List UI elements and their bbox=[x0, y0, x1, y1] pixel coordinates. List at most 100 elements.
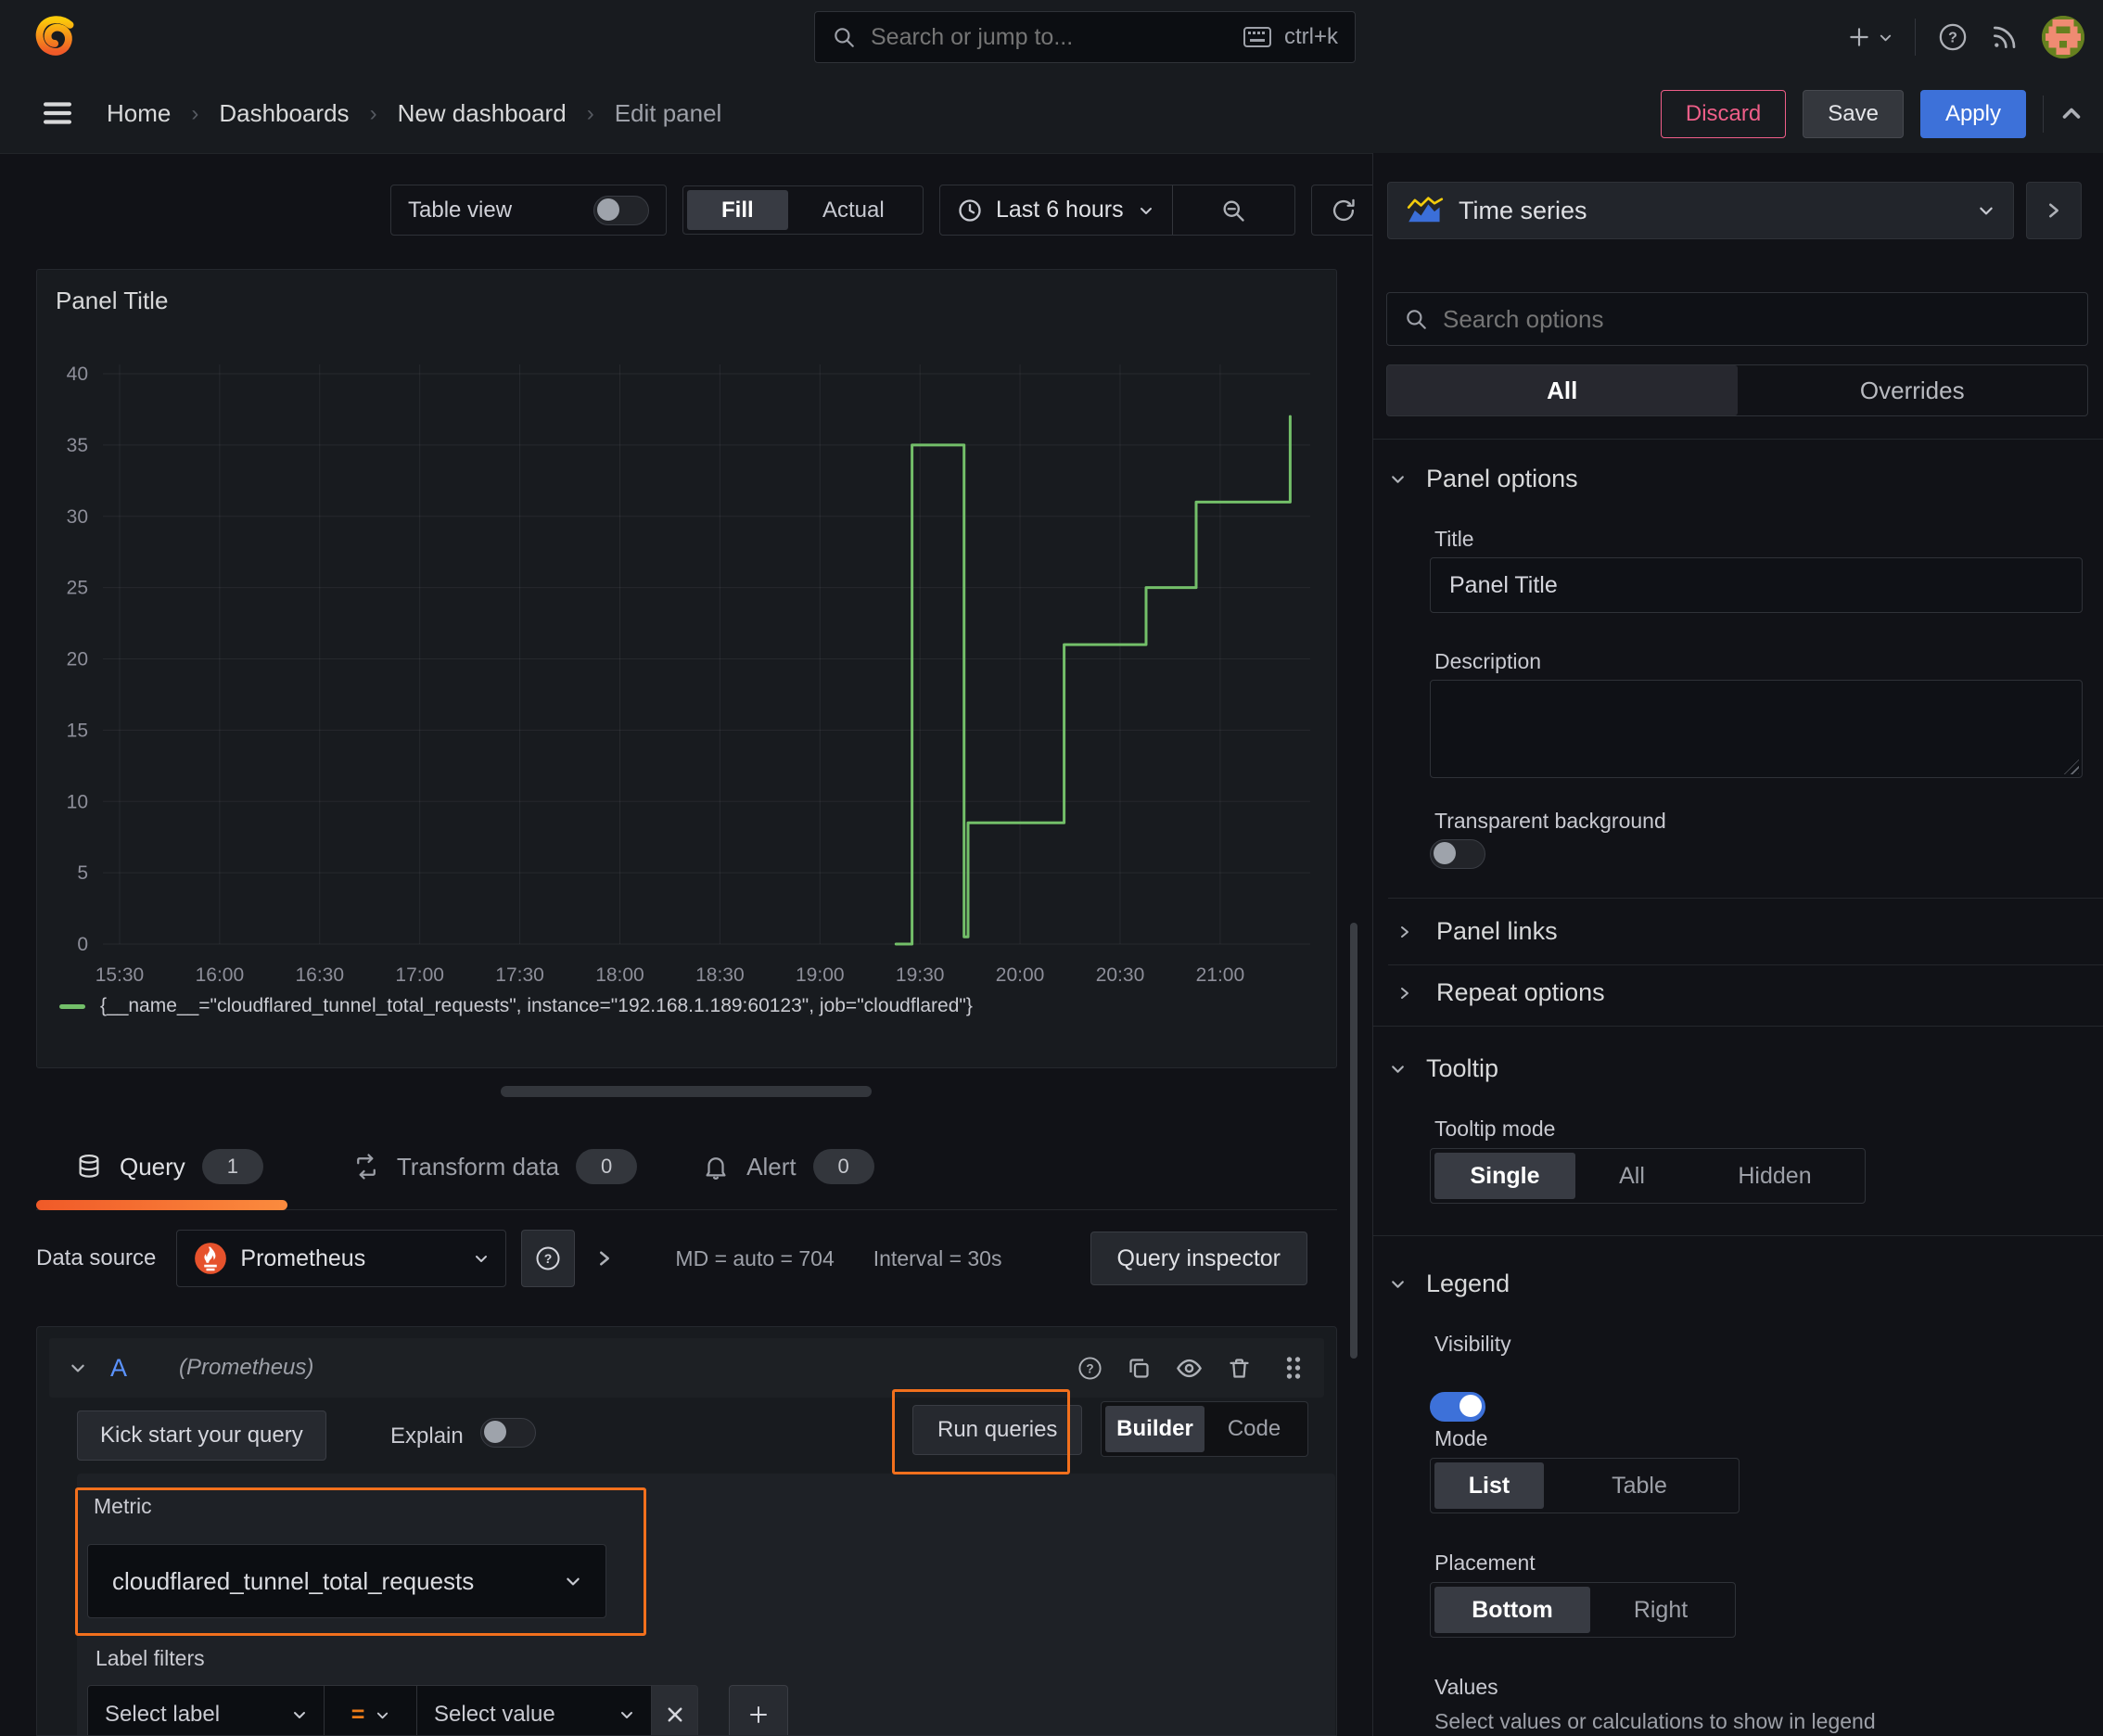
duplicate-query-icon[interactable] bbox=[1127, 1356, 1152, 1381]
divider bbox=[1373, 439, 2103, 440]
repeat-options-header[interactable]: Repeat options bbox=[1397, 978, 1605, 1007]
panel-title-input[interactable] bbox=[1430, 557, 2083, 613]
y-axis-tick-label: 10 bbox=[67, 791, 88, 812]
options-search[interactable] bbox=[1386, 292, 2088, 346]
tooltip-mode-single[interactable]: Single bbox=[1434, 1153, 1575, 1199]
x-axis-tick-label: 16:30 bbox=[295, 964, 344, 986]
metric-select[interactable]: cloudflared_tunnel_total_requests bbox=[87, 1544, 606, 1618]
collapse-options-pane-button[interactable] bbox=[2026, 182, 2082, 239]
tab-transform-label: Transform data bbox=[396, 1152, 560, 1181]
search-shortcut: ctrl+k bbox=[1283, 24, 1338, 49]
options-tab-overrides[interactable]: Overrides bbox=[1738, 365, 2088, 415]
run-queries-button[interactable]: Run queries bbox=[912, 1405, 1083, 1455]
legend-series-label[interactable]: {__name__="cloudflared_tunnel_total_requ… bbox=[100, 995, 973, 1017]
select-label-dropdown[interactable]: Select label bbox=[87, 1685, 325, 1735]
actual-option[interactable]: Actual bbox=[788, 190, 919, 230]
select-value-dropdown[interactable]: Select value bbox=[417, 1685, 652, 1735]
options-sidebar: Time series All Overrides Panel options … bbox=[1372, 153, 2103, 1736]
x-axis-tick-label: 17:00 bbox=[395, 964, 444, 986]
tooltip-header[interactable]: Tooltip bbox=[1390, 1054, 1498, 1083]
refresh-button[interactable] bbox=[1311, 185, 1376, 236]
legend-visibility-toggle[interactable] bbox=[1430, 1392, 1485, 1422]
legend-swatch[interactable] bbox=[59, 1003, 85, 1009]
visualization-picker[interactable]: Time series bbox=[1387, 182, 2014, 239]
search-input[interactable] bbox=[869, 22, 1230, 52]
hide-query-icon[interactable] bbox=[1176, 1355, 1203, 1382]
new-button[interactable] bbox=[1847, 25, 1893, 49]
scrollbar-thumb[interactable] bbox=[1350, 923, 1357, 1359]
zoom-out-icon[interactable] bbox=[1173, 185, 1294, 235]
keyboard-icon bbox=[1243, 27, 1271, 47]
builder-option[interactable]: Builder bbox=[1105, 1406, 1204, 1452]
legend-mode-table[interactable]: Table bbox=[1544, 1462, 1735, 1509]
panel-options-header[interactable]: Panel options bbox=[1390, 465, 1578, 493]
save-button[interactable]: Save bbox=[1803, 89, 1904, 138]
x-axis-tick-label: 15:30 bbox=[96, 964, 145, 986]
panel-resize-handle[interactable] bbox=[501, 1086, 872, 1097]
kick-start-button[interactable]: Kick start your query bbox=[77, 1410, 326, 1461]
remove-filter-button[interactable] bbox=[652, 1685, 698, 1735]
y-axis-tick-label: 35 bbox=[67, 435, 88, 456]
time-series-chart[interactable]: 0 5 10 15 20 25 30 35 40 15:30 16:00 16:30 17:00 17:3… bbox=[37, 270, 1336, 1002]
avatar[interactable] bbox=[2042, 16, 2084, 58]
news-icon[interactable] bbox=[1990, 22, 2020, 52]
description-textarea[interactable] bbox=[1430, 680, 2083, 778]
x-axis-tick-label: 19:30 bbox=[896, 964, 945, 986]
query-inspector-button[interactable]: Query inspector bbox=[1090, 1232, 1307, 1285]
help-icon[interactable]: ? bbox=[1938, 22, 1968, 52]
datasource-help-button[interactable]: ? bbox=[521, 1230, 576, 1287]
breadcrumb: Home › Dashboards › New dashboard › Edit… bbox=[107, 74, 721, 153]
add-filter-button[interactable] bbox=[729, 1685, 788, 1735]
tooltip-mode-all[interactable]: All bbox=[1575, 1153, 1689, 1199]
query-row-header[interactable]: A (Prometheus) ? bbox=[49, 1338, 1324, 1398]
legend-placement-label: Placement bbox=[1434, 1551, 1536, 1575]
chevron-down-icon bbox=[1390, 1061, 1406, 1077]
breadcrumb-home[interactable]: Home bbox=[107, 99, 171, 128]
legend-mode-list[interactable]: List bbox=[1434, 1462, 1544, 1509]
resize-handle-icon[interactable] bbox=[2064, 760, 2079, 774]
legend-header[interactable]: Legend bbox=[1390, 1270, 1510, 1298]
legend-placement-bottom[interactable]: Bottom bbox=[1434, 1587, 1590, 1633]
panel-links-header[interactable]: Panel links bbox=[1397, 917, 1558, 946]
chevron-right-icon bbox=[1397, 986, 1412, 1001]
time-range-picker[interactable]: Last 6 hours bbox=[939, 185, 1295, 236]
tab-alert[interactable]: Alert 0 bbox=[702, 1124, 874, 1209]
discard-button[interactable]: Discard bbox=[1660, 89, 1787, 138]
expand-options-icon[interactable] bbox=[595, 1249, 614, 1268]
transparent-background-toggle[interactable] bbox=[1430, 839, 1485, 869]
topnav-divider bbox=[1915, 19, 1916, 56]
breadcrumb-new-dashboard[interactable]: New dashboard bbox=[398, 99, 567, 128]
delete-query-icon[interactable] bbox=[1227, 1356, 1252, 1381]
legend-placement-right[interactable]: Right bbox=[1590, 1587, 1731, 1633]
operator-dropdown[interactable]: = bbox=[325, 1685, 417, 1735]
global-search[interactable]: ctrl+k bbox=[814, 11, 1356, 63]
datasource-select[interactable]: Prometheus bbox=[176, 1230, 507, 1287]
tooltip-mode-hidden[interactable]: Hidden bbox=[1689, 1153, 1861, 1199]
query-editor-card: A (Prometheus) ? Kick start your query E… bbox=[36, 1326, 1337, 1736]
label-filters-label: Label filters bbox=[96, 1646, 205, 1670]
chevron-up-icon[interactable] bbox=[2060, 103, 2083, 125]
tab-alert-count: 0 bbox=[812, 1149, 874, 1184]
grafana-logo[interactable] bbox=[33, 15, 78, 59]
drag-handle-icon[interactable] bbox=[1283, 1354, 1304, 1382]
options-search-input[interactable] bbox=[1441, 303, 2071, 335]
options-tab-all[interactable]: All bbox=[1387, 365, 1738, 415]
query-help-icon[interactable]: ? bbox=[1077, 1356, 1102, 1381]
chevron-down-icon bbox=[565, 1573, 581, 1589]
fill-option[interactable]: Fill bbox=[687, 190, 788, 230]
active-tab-underline bbox=[36, 1200, 287, 1210]
x-axis-tick-label: 21:00 bbox=[1196, 964, 1245, 986]
collapse-query-icon[interactable] bbox=[70, 1359, 86, 1376]
menu-icon[interactable] bbox=[39, 95, 76, 132]
tab-transform-data[interactable]: Transform data 0 bbox=[352, 1124, 638, 1209]
plus-icon bbox=[1847, 25, 1871, 49]
table-view-control: Table view bbox=[390, 185, 667, 236]
apply-button[interactable]: Apply bbox=[1919, 89, 2026, 138]
breadcrumb-dashboards[interactable]: Dashboards bbox=[219, 99, 349, 128]
tab-query[interactable]: Query 1 bbox=[36, 1124, 287, 1210]
query-ref-id[interactable]: A bbox=[110, 1354, 127, 1383]
operator-value: = bbox=[350, 1701, 365, 1728]
code-option[interactable]: Code bbox=[1204, 1406, 1304, 1452]
explain-toggle[interactable] bbox=[480, 1418, 536, 1448]
table-view-toggle[interactable] bbox=[593, 195, 649, 225]
